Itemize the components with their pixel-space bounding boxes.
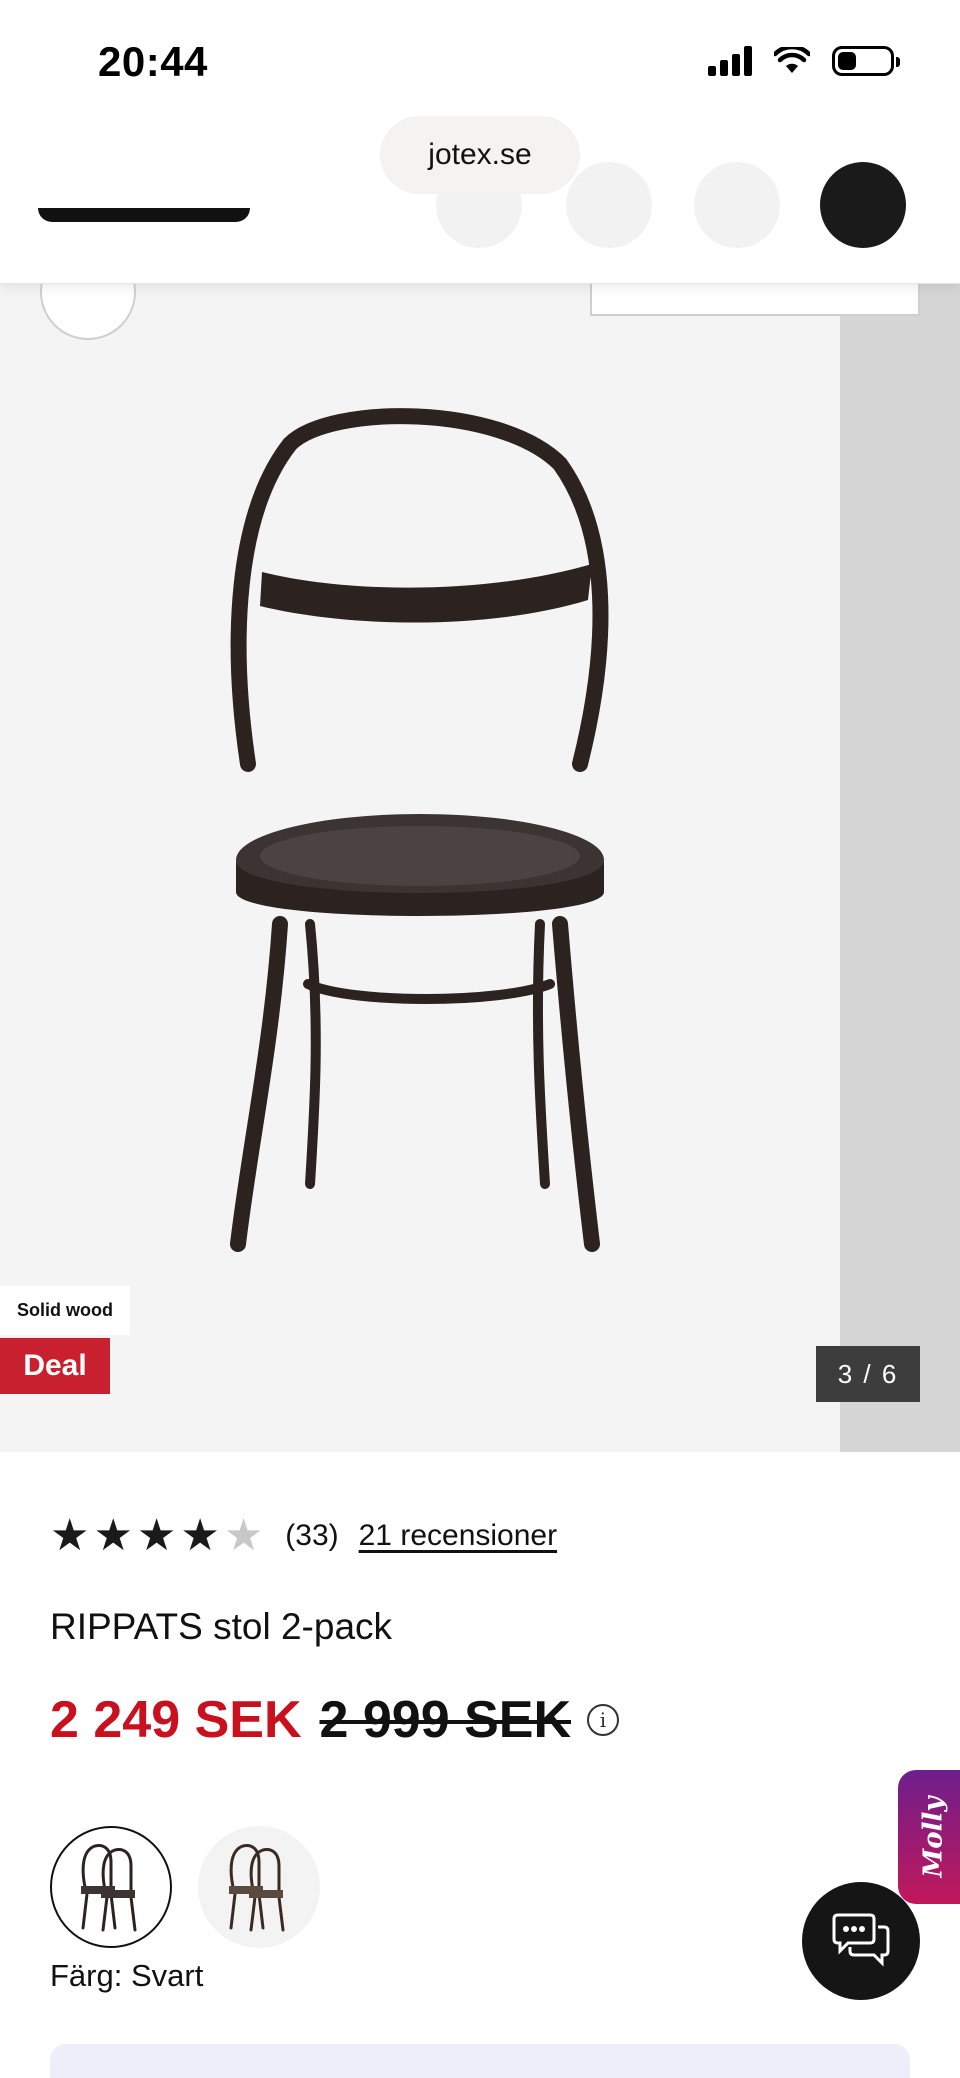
status-icons [708,46,900,76]
product-title: RIPPATS stol 2-pack [50,1606,393,1647]
star-icon: ★ [50,1511,90,1560]
chat-button[interactable] [802,1882,920,2000]
material-badge: Solid wood [0,1286,130,1335]
original-price: 2 999 SEK [319,1691,572,1749]
reviews-link[interactable]: 21 recensioner [359,1519,557,1553]
deal-badge: Deal [0,1338,110,1394]
toolbar-button[interactable] [590,284,920,316]
status-bar: 20:44 [0,0,960,120]
product-gallery[interactable]: Solid wood Deal 3 / 6 [0,284,960,1452]
chat-icon [832,1913,890,1967]
product-image [230,408,609,1252]
molly-label: Molly [918,1796,949,1878]
swatch-black[interactable] [50,1826,172,1948]
rating-count: (33) [285,1519,339,1552]
color-label: Färg: Svart [50,1958,204,1993]
signal-icon [708,46,752,76]
next-image-peek[interactable] [840,284,960,1452]
status-time: 20:44 [98,38,208,85]
url-bar[interactable]: jotex.se [380,116,580,194]
swatch-brown[interactable] [198,1826,320,1948]
battery-icon [832,46,900,76]
back-button[interactable] [40,284,136,340]
favorites-icon[interactable] [566,162,652,248]
jotex-logo[interactable] [38,208,250,222]
price-row: 2 249 SEK 2 999 SEK i [50,1690,619,1750]
color-swatches [50,1826,320,1948]
rating-stars: ★ ★ ★ ★ ★ [50,1514,263,1558]
star-empty-icon: ★ [223,1511,264,1560]
info-icon[interactable]: i [587,1704,619,1736]
chair-thumbnail-icon [81,1844,137,1932]
molly-tab[interactable]: Molly [898,1770,960,1904]
star-icon: ★ [136,1511,177,1560]
rating-row: ★ ★ ★ ★ ★ (33) 21 recensioner [50,1514,557,1558]
star-icon: ★ [93,1511,133,1560]
chair-thumbnail-icon [229,1844,285,1932]
wifi-icon [774,47,810,73]
image-counter: 3 / 6 [816,1346,920,1402]
account-icon[interactable] [694,162,780,248]
info-banner [50,2044,910,2078]
sale-price: 2 249 SEK [50,1691,302,1749]
cart-icon[interactable] [820,162,906,248]
star-icon: ★ [180,1511,220,1560]
